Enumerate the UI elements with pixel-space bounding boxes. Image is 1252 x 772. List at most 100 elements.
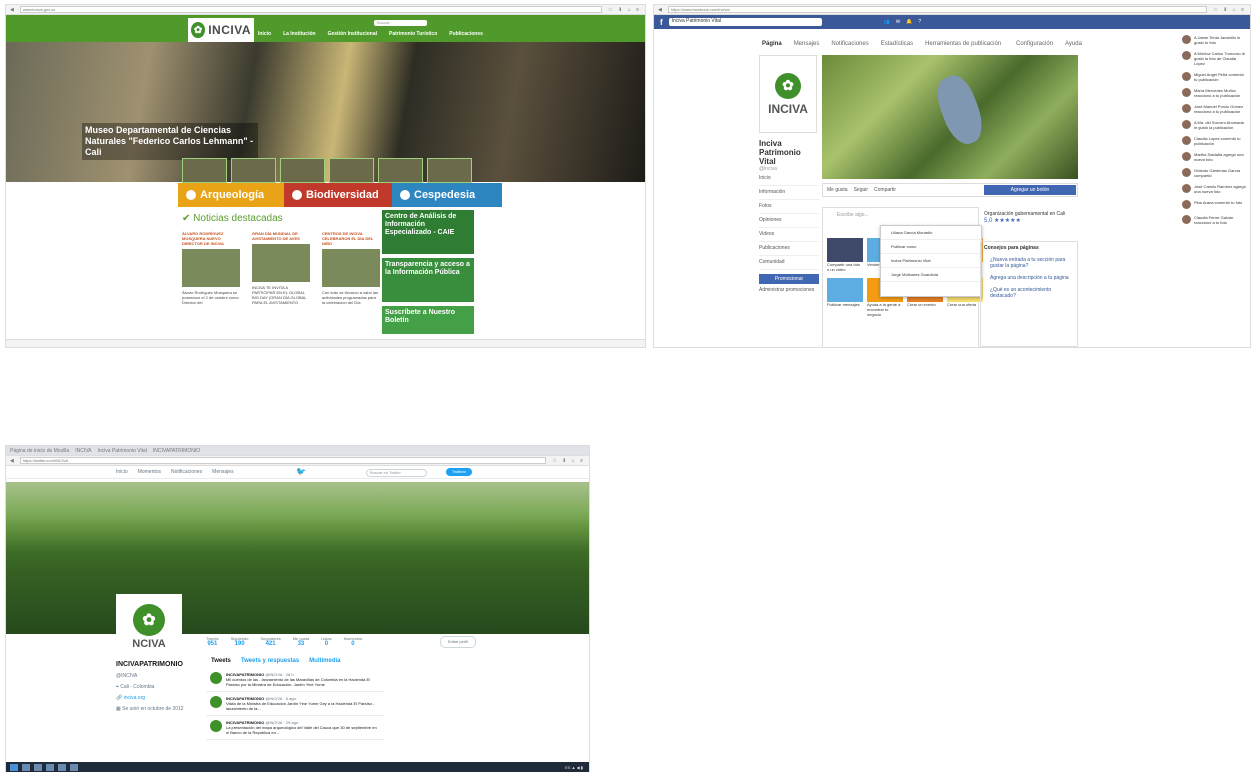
back-icon[interactable]: ◀ [10, 458, 14, 464]
activity-item[interactable]: Martha Saldaña agregó una nueva foto [1182, 152, 1248, 162]
activity-item[interactable]: A Ma. del Socorro Ahumada le gustó la pu… [1182, 120, 1248, 130]
nav-item-videos[interactable]: Videos [759, 228, 819, 242]
taskbar-app-icon[interactable] [34, 763, 42, 771]
thumbnail[interactable] [427, 158, 472, 183]
taskbar-app-icon[interactable] [58, 763, 66, 771]
browser-tab[interactable]: INCIVA [75, 448, 91, 454]
browser-actions-icon[interactable]: ☆ ⬇ ⌂ ≡ [608, 7, 641, 13]
avatar[interactable] [210, 672, 222, 684]
activity-item[interactable]: A Mónica Carlos Troncoso le gustó la fot… [1182, 51, 1248, 66]
composer-input[interactable]: Escribe algo... [823, 208, 978, 222]
option-tile[interactable]: Compartir una foto o un video [827, 238, 863, 272]
tab-notifications[interactable]: Notificaciones [831, 41, 868, 47]
option-tile[interactable]: Publicar mensajes [827, 278, 863, 317]
activity-item[interactable]: José Manuel Porcio Gómez reaccionó a tu … [1182, 104, 1248, 114]
address-bar[interactable]: www.inciva.gov.co [19, 6, 603, 13]
nav-item-reviews[interactable]: Opiniones [759, 214, 819, 228]
category-arqueologia[interactable]: Arqueología [178, 183, 284, 207]
tab-help[interactable]: Ayuda [1065, 41, 1082, 47]
add-button[interactable]: Agregar un botón [984, 185, 1076, 195]
thumbnail[interactable] [378, 158, 423, 183]
manage-promotions-link[interactable]: Administrar promociones [759, 287, 819, 293]
friends-icon[interactable]: 👥 [884, 19, 890, 25]
stat-likes[interactable]: Me gusta 33 [293, 636, 309, 647]
promote-button[interactable]: Promocionar [759, 274, 819, 284]
activity-item[interactable]: José Camilo Ramírez agregó una nueva fot… [1182, 184, 1248, 194]
tab-messages[interactable]: Mensajes [794, 41, 820, 47]
address-bar[interactable]: https://www.facebook.com/inciva/ [667, 6, 1208, 13]
thumbnail[interactable] [182, 158, 227, 183]
avatar[interactable] [210, 720, 222, 732]
taskbar-app-icon[interactable] [70, 763, 78, 771]
nav-item-info[interactable]: Información [759, 186, 819, 200]
tab-replies[interactable]: Tweets y respuestas [241, 658, 299, 664]
menu-item-patrimonio[interactable]: Patrimonio Turístico [389, 31, 437, 37]
tab-media[interactable]: Multimedia [309, 658, 340, 664]
avatar[interactable] [210, 696, 222, 708]
thumbnail[interactable] [280, 158, 325, 183]
tweet[interactable]: INCIVAPATRIMONIO @INCIVA · 26 h Mil cuent… [206, 668, 384, 692]
profile-picture[interactable]: ✿ INCIVA [759, 55, 817, 133]
browser-actions-icon[interactable]: ☆ ⬇ ⌂ ≡ [1213, 7, 1246, 13]
nav-moments[interactable]: Momentos [138, 469, 161, 475]
back-icon[interactable]: ◀ [10, 7, 14, 13]
share-button[interactable]: Compartir [874, 187, 896, 193]
activity-item[interactable]: Claudia Ferrer Galván reaccionó a tu fot… [1182, 215, 1248, 225]
transparency-banner[interactable]: Transparencia y acceso a la Información … [382, 258, 474, 302]
search-input[interactable]: Buscar en Twitter [366, 469, 427, 477]
profile-avatar[interactable]: ✿ NCIVA [116, 594, 182, 660]
menu-item-gestion[interactable]: Gestión Institucional [328, 31, 377, 37]
stat-lists[interactable]: Listas 0 [321, 636, 331, 647]
edit-profile-button[interactable]: Editar perfil [440, 636, 476, 648]
nav-messages[interactable]: Mensajes [212, 469, 233, 475]
tweet-button[interactable]: Twittear [446, 468, 472, 476]
rating-stars[interactable]: 5,0 ★★★★★ [984, 217, 1076, 224]
start-icon[interactable] [10, 763, 18, 771]
back-icon[interactable]: ◀ [658, 7, 662, 13]
stat-tweets[interactable]: Tweets 951 [206, 636, 219, 647]
nav-item-community[interactable]: Comunidad [759, 256, 819, 270]
tab-settings[interactable]: Configuración [1016, 41, 1053, 47]
tweet[interactable]: INCIVAPATRIMONIO @INCIVA · 29 ago. La pre… [206, 716, 384, 740]
activity-item[interactable]: A Jaime Tenia Jaramillo le gustó tu foto [1182, 35, 1248, 45]
browser-tab[interactable]: INCIVAPATRIMONIO [153, 448, 200, 454]
search-input[interactable]: Inciva Patrimonio Vital [668, 18, 822, 26]
activity-item[interactable]: Pilar Arana comentó tu foto [1182, 200, 1248, 209]
menu-item-institucion[interactable]: La Institución [283, 31, 316, 37]
category-biodiversidad[interactable]: Biodiversidad [284, 183, 392, 207]
nav-item-home[interactable]: Inicio [759, 172, 819, 186]
activity-item[interactable]: Miguel Angel Peña comentó tu publicación [1182, 72, 1248, 82]
stat-following[interactable]: Siguiendo 190 [231, 636, 249, 647]
tip-item[interactable]: Agrega una descripción a tu página [990, 275, 1074, 281]
category-cespedesia[interactable]: Cespedesia [392, 183, 502, 207]
twitter-bird-icon[interactable]: 🐦 [296, 467, 306, 476]
stat-followers[interactable]: Seguidores 421 [260, 636, 280, 647]
taskbar-app-icon[interactable] [22, 763, 30, 771]
browser-actions-icon[interactable]: ☆ ⬇ ⌂ ≡ [552, 458, 585, 464]
thumbnail[interactable] [231, 158, 276, 183]
thumbnail[interactable] [329, 158, 374, 183]
menu-item-publicaciones[interactable]: Publicaciones [449, 31, 483, 37]
news-item[interactable]: GRAN DÍA MUNDIAL DE AVISTAMIENTO DE AVES… [252, 231, 310, 305]
news-item[interactable]: ÁLVARO RODRÍGUEZ MOSQUERA NUEVO DIRECTOR… [182, 231, 240, 305]
stat-moments[interactable]: Momentos 0 [344, 636, 363, 647]
like-button[interactable]: Me gusta [827, 187, 848, 193]
follow-button[interactable]: Seguir [854, 187, 868, 193]
activity-item[interactable]: María Mercedes Muñoz reaccionó a tu publ… [1182, 88, 1248, 98]
tip-item[interactable]: ¿Qué es un acontecimiento destacado? [990, 287, 1074, 299]
newsletter-banner[interactable]: Suscríbete a Nuestro Boletín [382, 306, 474, 334]
tab-publishing-tools[interactable]: Herramientas de publicación [925, 41, 1001, 47]
messages-icon[interactable]: ✉ [896, 19, 900, 25]
taskbar-app-icon[interactable] [46, 763, 54, 771]
nav-item-photos[interactable]: Fotos [759, 200, 819, 214]
address-bar[interactable]: https://twitter.com/INCIVA [19, 457, 547, 464]
browser-tab[interactable]: Inciva Patrimonio Vital [98, 448, 147, 454]
dropdown-item[interactable]: Inciva Patrimonio Vital [881, 254, 981, 268]
browser-tab[interactable]: Página de inicio de Mozilla [10, 448, 69, 454]
help-icon[interactable]: ? [918, 19, 921, 25]
news-item[interactable]: CENTROS DE INCIVA CELEBRARON EL DÍA DEL … [322, 231, 380, 305]
tweet[interactable]: INCIVAPATRIMONIO @INCIVA · 5 ago. Visita … [206, 692, 384, 716]
profile-website[interactable]: 🔗 inciva.org [116, 695, 184, 701]
tip-item[interactable]: ¿Nueva entrada a tu sección para gustar … [990, 257, 1074, 269]
nav-home[interactable]: Inicio [116, 469, 128, 475]
